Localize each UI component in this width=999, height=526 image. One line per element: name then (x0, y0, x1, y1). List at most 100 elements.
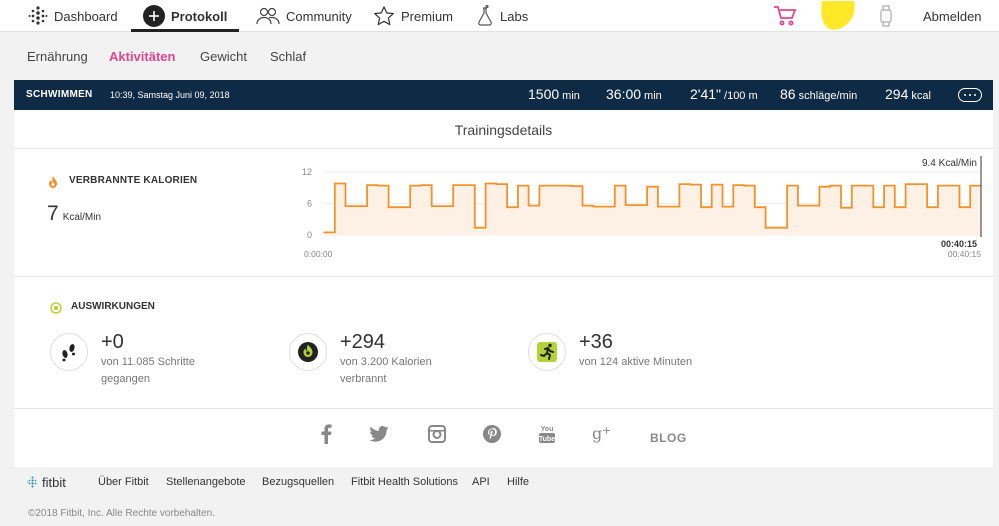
footsteps-badge (50, 333, 88, 371)
activity-title: SCHWIMMEN (26, 89, 93, 100)
community-icon (256, 7, 280, 25)
stat-pace-unit: /100 m (724, 90, 758, 102)
active-nav-underline (131, 29, 239, 32)
copyright: ©2018 Fitbit, Inc. Alle Rechte vorbehalt… (28, 508, 215, 519)
stat-kcal: 294 kcal (885, 86, 931, 102)
impact-steps-line1: von 11.085 Schritte (101, 356, 195, 368)
footer-link-hilfe[interactable]: Hilfe (507, 476, 529, 488)
star-icon (374, 6, 394, 26)
calories-label: VERBRANNTE KALORIEN (69, 175, 198, 186)
more-options-button[interactable] (958, 88, 982, 102)
nav-premium[interactable]: Premium (373, 0, 453, 32)
logout-label: Abmelden (923, 8, 982, 24)
stat-kcal-value: 294 (885, 86, 909, 102)
footer-link-api[interactable]: API (472, 476, 490, 488)
footer: fitbit Über Fitbit Stellenangebote Bezug… (14, 467, 993, 526)
top-nav: Dashboard Protokoll Community Premium La… (0, 0, 999, 32)
stat-duration: 1500 min (528, 86, 580, 102)
youtube-link[interactable]: You Tube (535, 422, 559, 446)
calories-chart[interactable]: 12 6 0 9.4 Kcal/Min 00:40:15 0:00:00 00:40… (284, 150, 994, 265)
chart-y-tick-2: 0 (307, 230, 312, 240)
facebook-icon (321, 424, 332, 444)
footer-link-jobs[interactable]: Stellenangebote (166, 476, 246, 488)
cart-icon (774, 6, 797, 26)
nav-protokoll-label: Protokoll (171, 8, 228, 24)
stat-pace-value: 2'41" (690, 86, 722, 102)
impact-minutes-line1: von 124 aktive Minuten (579, 356, 693, 368)
impact-steps-value: +0 (101, 331, 124, 353)
nav-labs[interactable]: Labs (476, 0, 528, 32)
svg-text:+: + (602, 424, 611, 437)
calories-rate-unit: Kcal/Min (62, 212, 102, 223)
footsteps-icon (62, 344, 76, 362)
avatar-icon (821, 1, 855, 30)
instagram-link[interactable] (425, 422, 449, 446)
stat-time-value: 36:00 (606, 86, 642, 102)
stat-time-unit: min (644, 90, 662, 102)
instagram-icon (428, 425, 446, 443)
fitbit-dots-icon (28, 6, 48, 25)
pinterest-link[interactable] (480, 422, 504, 446)
plus-circle-icon (143, 5, 165, 27)
calories-rate: 7 Kcal/Min (47, 202, 101, 226)
subnav-schlaf[interactable]: Schlaf (270, 49, 306, 64)
svg-text:g: g (592, 424, 602, 443)
divider (14, 148, 993, 149)
impact-steps-line2: gegangen (101, 373, 150, 385)
svg-text:You: You (541, 426, 554, 433)
google-plus-link[interactable]: g + (590, 422, 616, 446)
google-plus-icon: g + (592, 424, 611, 443)
nav-dashboard[interactable]: Dashboard (28, 0, 118, 32)
subnav-aktivitaeten[interactable]: Aktivitäten (109, 49, 175, 64)
runner-icon (537, 342, 557, 362)
impact-calories-line1: von 3.200 Kalorien (340, 356, 432, 368)
divider (14, 276, 993, 277)
details-title: Trainingsdetails (454, 122, 553, 138)
fitbit-logo-icon (27, 476, 37, 488)
footer-logo[interactable]: fitbit (27, 475, 66, 490)
chart-cursor-time: 00:40:15 (941, 239, 977, 249)
stat-pace: 2'41"/100 m (690, 86, 758, 102)
twitter-icon (369, 426, 389, 442)
activity-header: SCHWIMMEN 10:39, Samstag Juni 09, 2018 1… (14, 80, 993, 110)
nav-community[interactable]: Community (256, 0, 352, 32)
flame-badge (289, 333, 327, 371)
stat-kcal-unit: kcal (911, 90, 931, 102)
nav-labs-label: Labs (500, 8, 529, 24)
impacts-label: AUSWIRKUNGEN (71, 301, 155, 312)
nav-premium-label: Premium (401, 8, 454, 24)
stat-strokes-value: 86 (780, 86, 796, 102)
device-watch-button[interactable] (878, 0, 894, 32)
footer-link-ueber[interactable]: Über Fitbit (98, 476, 149, 488)
facebook-link[interactable] (317, 422, 335, 446)
stat-duration-unit: min (562, 90, 580, 102)
avatar[interactable] (820, 0, 856, 32)
footer-link-bezugsquellen[interactable]: Bezugsquellen (262, 476, 334, 488)
watch-icon (880, 5, 892, 27)
cart-button[interactable] (773, 0, 797, 32)
nav-community-label: Community (286, 8, 352, 24)
activity-datetime: 10:39, Samstag Juni 09, 2018 (110, 90, 230, 100)
chart-y-tick-1: 6 (307, 199, 312, 209)
stat-duration-value: 1500 (528, 86, 560, 102)
subnav-gewicht[interactable]: Gewicht (200, 49, 247, 64)
sub-nav: Ernährung Aktivitäten Gewicht Schlaf (14, 40, 993, 72)
impact-target-icon (50, 302, 62, 314)
chart-cursor-value: 9.4 Kcal/Min (922, 158, 977, 169)
logout-link[interactable]: Abmelden (923, 0, 982, 32)
twitter-link[interactable] (367, 422, 391, 446)
stat-time: 36:00 min (606, 86, 662, 102)
chart-x-end: 00:40:15 (948, 249, 981, 259)
subnav-ernaehrung[interactable]: Ernährung (27, 49, 88, 64)
calories-rate-value: 7 (47, 202, 59, 225)
blog-link[interactable]: BLOG (650, 431, 687, 445)
calories-area (324, 183, 981, 235)
chart-x-start: 0:00:00 (304, 249, 333, 259)
impact-minutes-value: +36 (579, 331, 613, 353)
stat-strokes: 86 schläge/min (780, 86, 857, 102)
nav-protokoll[interactable]: Protokoll (143, 0, 227, 32)
footer-link-health[interactable]: Fitbit Health Solutions (351, 476, 458, 488)
flame-icon (298, 342, 318, 362)
flask-icon (478, 5, 492, 26)
svg-text:Tube: Tube (539, 436, 555, 443)
